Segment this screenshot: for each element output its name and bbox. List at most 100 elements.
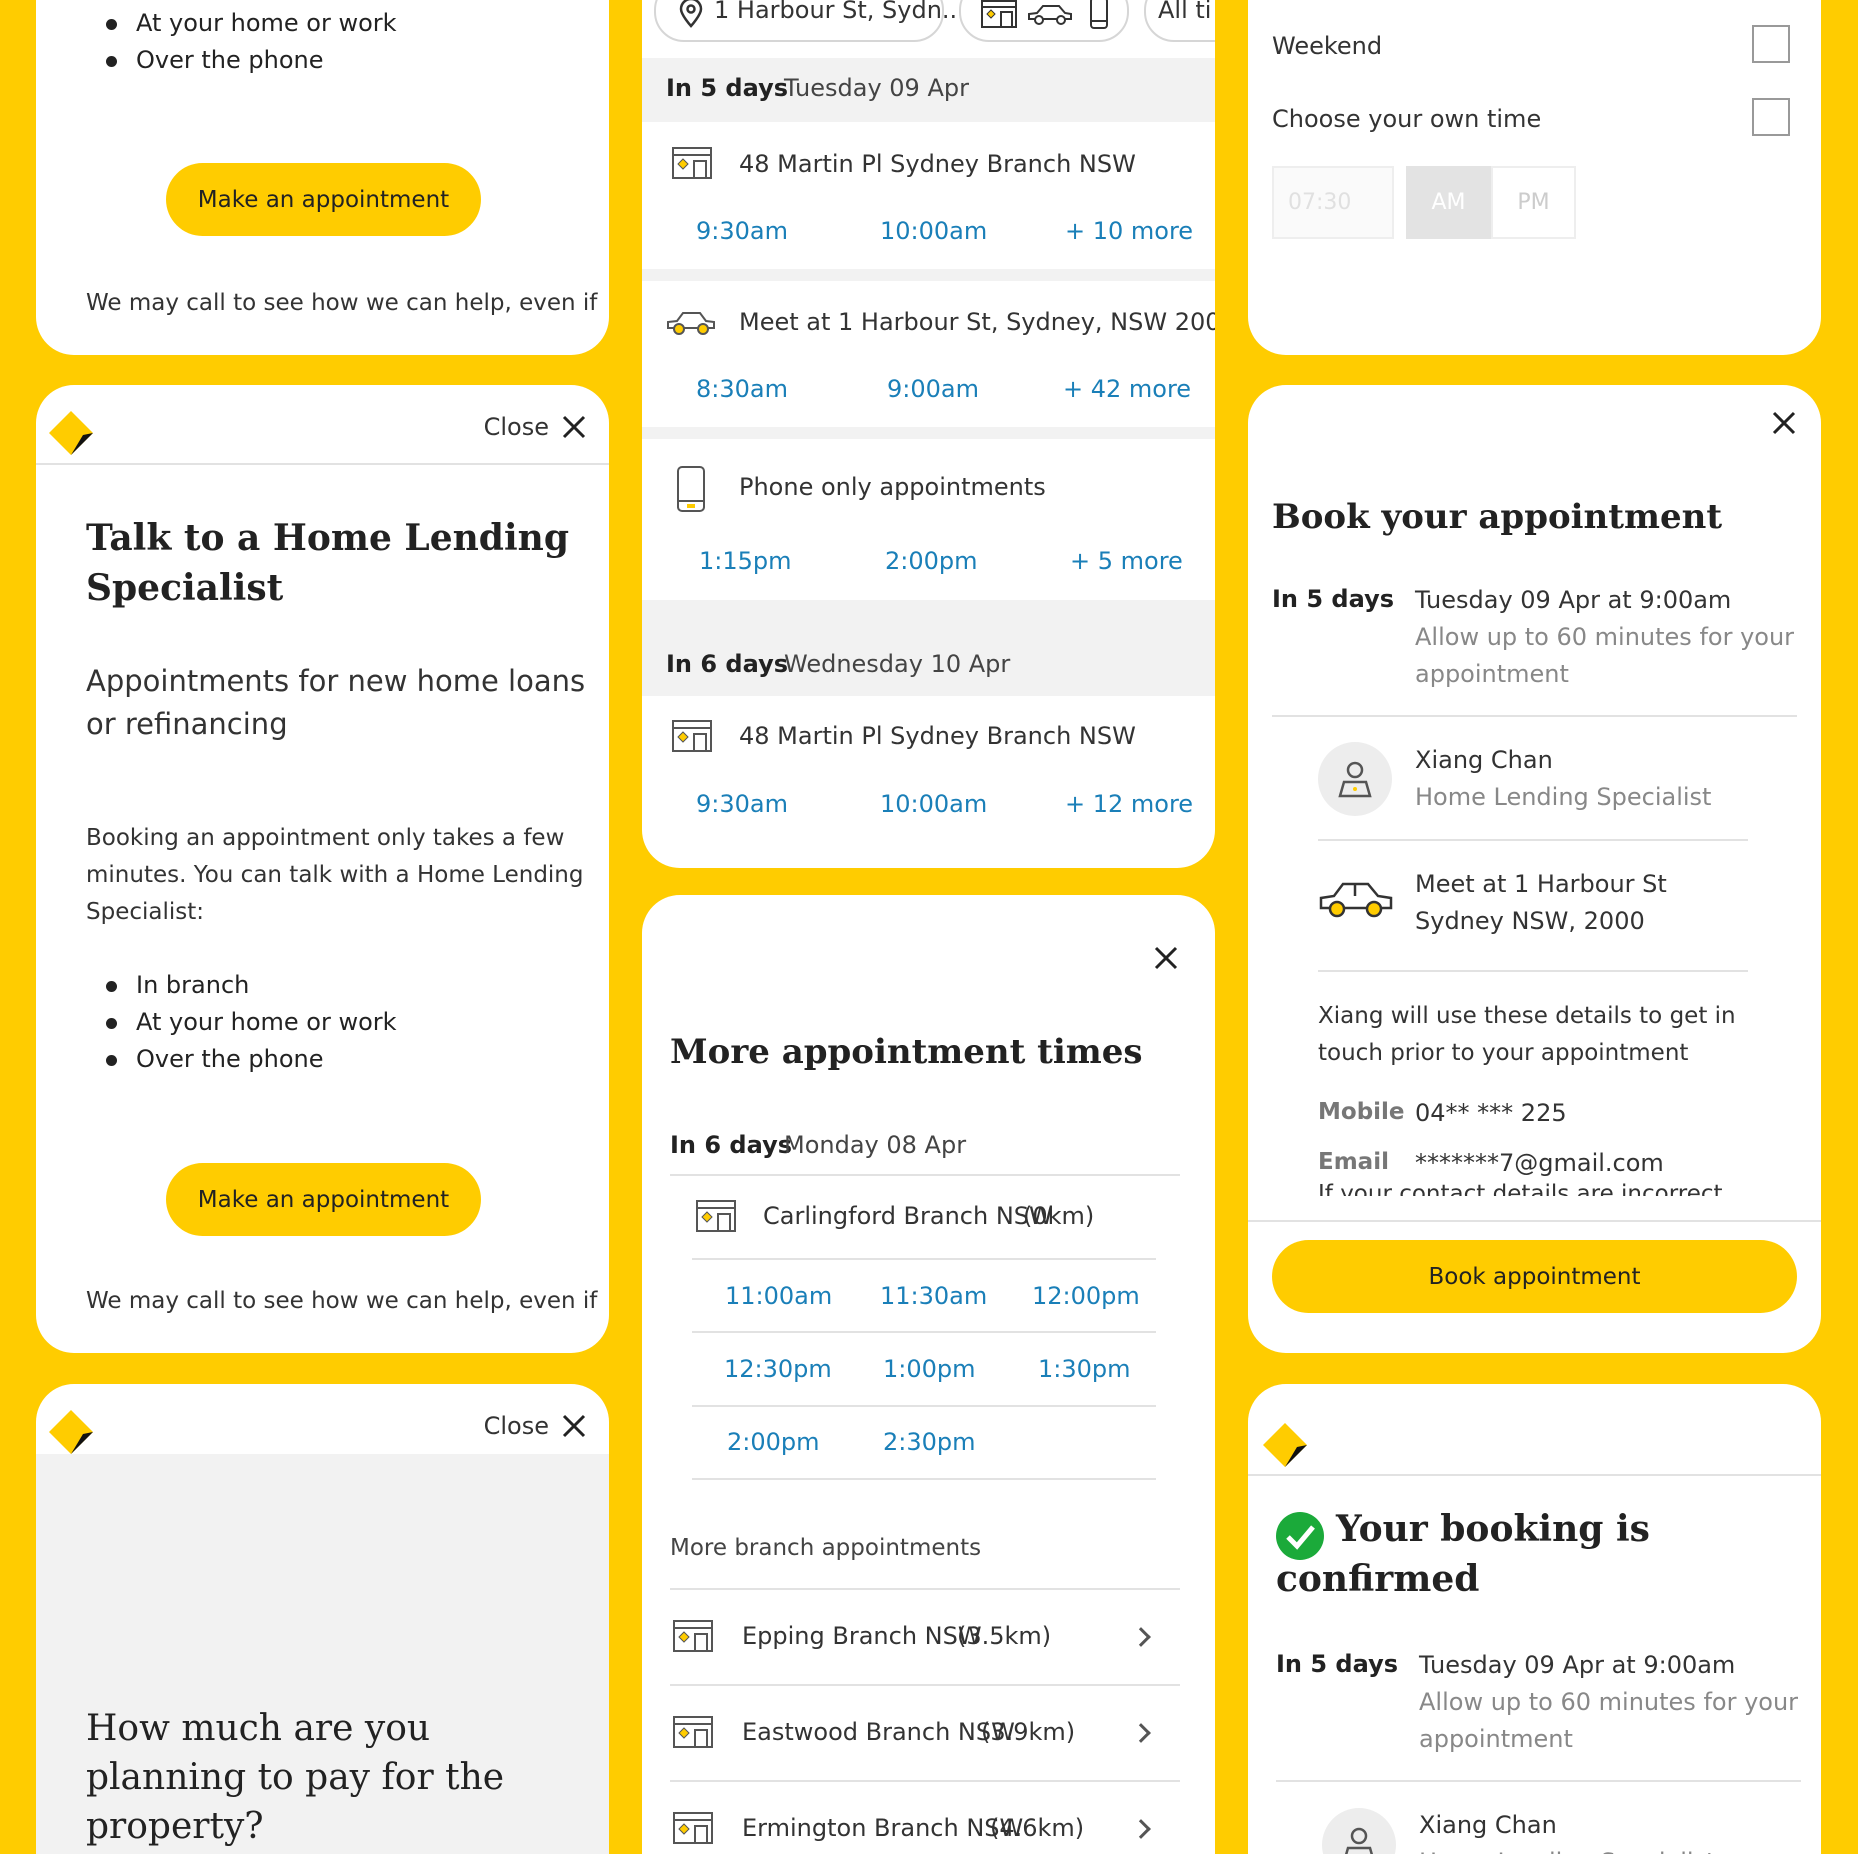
book-appointment-card: Book your appointment In 5 days Tuesday … (1248, 385, 1821, 1353)
preferences-card: Weekend Choose your own time 07:30 AM PM (1248, 0, 1821, 355)
cba-logo-icon (49, 411, 93, 455)
more-times-link[interactable]: + 10 more (1065, 217, 1193, 245)
branch-icon (673, 1716, 713, 1748)
branch-distance: (0km) (1023, 1202, 1095, 1230)
time-slot[interactable]: 9:00am (887, 375, 979, 403)
time-slot[interactable]: 11:00am (725, 1282, 832, 1310)
cut-text: If your contact details are incorrect (1318, 1181, 1723, 1196)
specialist-info: Xiang Chan Home Lending Specialist (1415, 746, 1712, 811)
close-button[interactable]: Close (484, 413, 587, 441)
avatar (1322, 1808, 1396, 1854)
branch-distance: (3.9km) (981, 1718, 1076, 1746)
cba-logo-icon (1263, 1423, 1307, 1467)
avatar (1318, 742, 1392, 816)
branch-icon (981, 0, 1017, 28)
make-appointment-button[interactable]: Make an appointment (166, 1163, 481, 1236)
branch-distance: (4.6km) (990, 1814, 1085, 1842)
modal-title: Book your appointment (1272, 497, 1723, 537)
divider (692, 1258, 1156, 1260)
branch-name: Eastwood Branch NSW (742, 1718, 1015, 1746)
person-icon (1344, 1827, 1374, 1854)
location-filter-label: 1 Harbour St, Sydn... (714, 0, 965, 24)
divider (1276, 1780, 1801, 1782)
time-slot[interactable]: 12:00pm (1032, 1282, 1140, 1310)
price-question-card: Close How much are you planning to pay f… (36, 1384, 609, 1854)
close-button[interactable]: Close (484, 1412, 587, 1440)
branch-name: Ermington Branch NSW (742, 1814, 1024, 1842)
list-item[interactable]: Eastwood Branch NSW (3.9km) (670, 1686, 1180, 1780)
more-times-link[interactable]: + 42 more (1063, 375, 1191, 403)
time-slot[interactable]: 1:15pm (699, 547, 792, 575)
page-title: Talk to a Home Lending Specialist (86, 517, 569, 609)
day-date: Monday 08 Apr (784, 1131, 967, 1159)
time-slot[interactable]: 2:00pm (885, 547, 978, 575)
phone-icon (677, 466, 705, 512)
location-filter[interactable]: 1 Harbour St, Sydn... (654, 0, 965, 42)
appointment-location: Meet at 1 Harbour St, Sydney, NSW 2000 (739, 308, 1215, 336)
pm-toggle[interactable]: PM (1491, 166, 1576, 239)
more-times-link[interactable]: + 12 more (1065, 790, 1193, 818)
weekend-checkbox[interactable] (1752, 25, 1790, 63)
day-relative: In 6 days (670, 1131, 792, 1159)
divider (692, 1405, 1156, 1407)
book-appointment-button[interactable]: Book appointment (1272, 1240, 1797, 1313)
close-icon[interactable] (1153, 945, 1179, 971)
day-relative: In 5 days (1272, 585, 1394, 613)
time-slot[interactable]: 2:30pm (883, 1428, 976, 1456)
list-item[interactable]: Ermington Branch NSW (4.6km) (670, 1782, 1180, 1854)
divider (1248, 1220, 1821, 1222)
branch-icon (672, 147, 712, 179)
branch-icon (673, 1812, 713, 1844)
appointment-list-card: 1 Harbour St, Sydn... All ti In 5 days T… (642, 0, 1215, 868)
phone-icon (1090, 0, 1108, 29)
close-icon (562, 1414, 586, 1438)
subtitle: Appointments for new home loans or refin… (86, 664, 586, 741)
type-filter[interactable] (959, 0, 1129, 42)
make-appointment-button[interactable]: Make an appointment (166, 163, 481, 236)
time-slot[interactable]: 2:00pm (727, 1428, 820, 1456)
close-label: Close (483, 1412, 549, 1440)
time-slot[interactable]: 10:00am (880, 217, 987, 245)
day-date: Tuesday 09 Apr (784, 74, 969, 102)
own-time-label: Choose your own time (1272, 105, 1542, 133)
list-item: At your home or work (86, 5, 397, 42)
time-slot[interactable]: 12:30pm (724, 1355, 832, 1383)
divider (1318, 839, 1748, 841)
own-time-checkbox[interactable] (1752, 98, 1790, 136)
time-filter[interactable]: All ti (1144, 0, 1215, 42)
list-item[interactable]: Epping Branch NSW (3.5km) (670, 1590, 1180, 1684)
appointment-location: 48 Martin Pl Sydney Branch NSW (739, 722, 1136, 750)
weekend-label: Weekend (1272, 32, 1383, 60)
close-icon[interactable] (1771, 410, 1797, 436)
close-label: Close (483, 413, 549, 441)
day-header: In 6 days Wednesday 10 Apr (642, 600, 1215, 696)
more-times-link[interactable]: + 5 more (1070, 547, 1183, 575)
am-toggle[interactable]: AM (1406, 166, 1491, 239)
list-item: At your home or work (86, 1004, 397, 1041)
email-label: Email (1318, 1149, 1389, 1175)
time-input[interactable]: 07:30 (1272, 166, 1394, 239)
row-separator (642, 269, 1215, 281)
footer-text: We may call to see how we can help, even… (86, 1288, 598, 1314)
time-slot[interactable]: 8:30am (696, 375, 788, 403)
branch-icon (696, 1200, 736, 1232)
confirmation-title: Your booking is confirmed (1276, 1508, 1650, 1600)
time-slot[interactable]: 9:30am (696, 790, 788, 818)
question-title: How much are you planning to pay for the… (86, 1708, 505, 1847)
time-slot[interactable]: 10:00am (880, 790, 987, 818)
time-slot[interactable]: 11:30am (880, 1282, 987, 1310)
person-icon (1338, 761, 1372, 798)
contact-note: Xiang will use these details to get in t… (1318, 1003, 1736, 1066)
divider (692, 1478, 1156, 1480)
intro-card-top: At your home or work Over the phone Make… (36, 0, 609, 355)
body-text: Booking an appointment only takes a few … (86, 825, 584, 925)
time-slot[interactable]: 1:00pm (883, 1355, 976, 1383)
time-slot[interactable]: 9:30am (696, 217, 788, 245)
section-label: More branch appointments (670, 1535, 982, 1561)
chevron-right-icon (1131, 1627, 1151, 1647)
location-pin-icon (679, 0, 703, 28)
specialist-info: Xiang Chan Home Lending Specialist (1419, 1811, 1715, 1854)
car-icon (1319, 882, 1393, 918)
day-header: In 5 days Tuesday 09 Apr (642, 58, 1215, 122)
time-slot[interactable]: 1:30pm (1038, 1355, 1131, 1383)
